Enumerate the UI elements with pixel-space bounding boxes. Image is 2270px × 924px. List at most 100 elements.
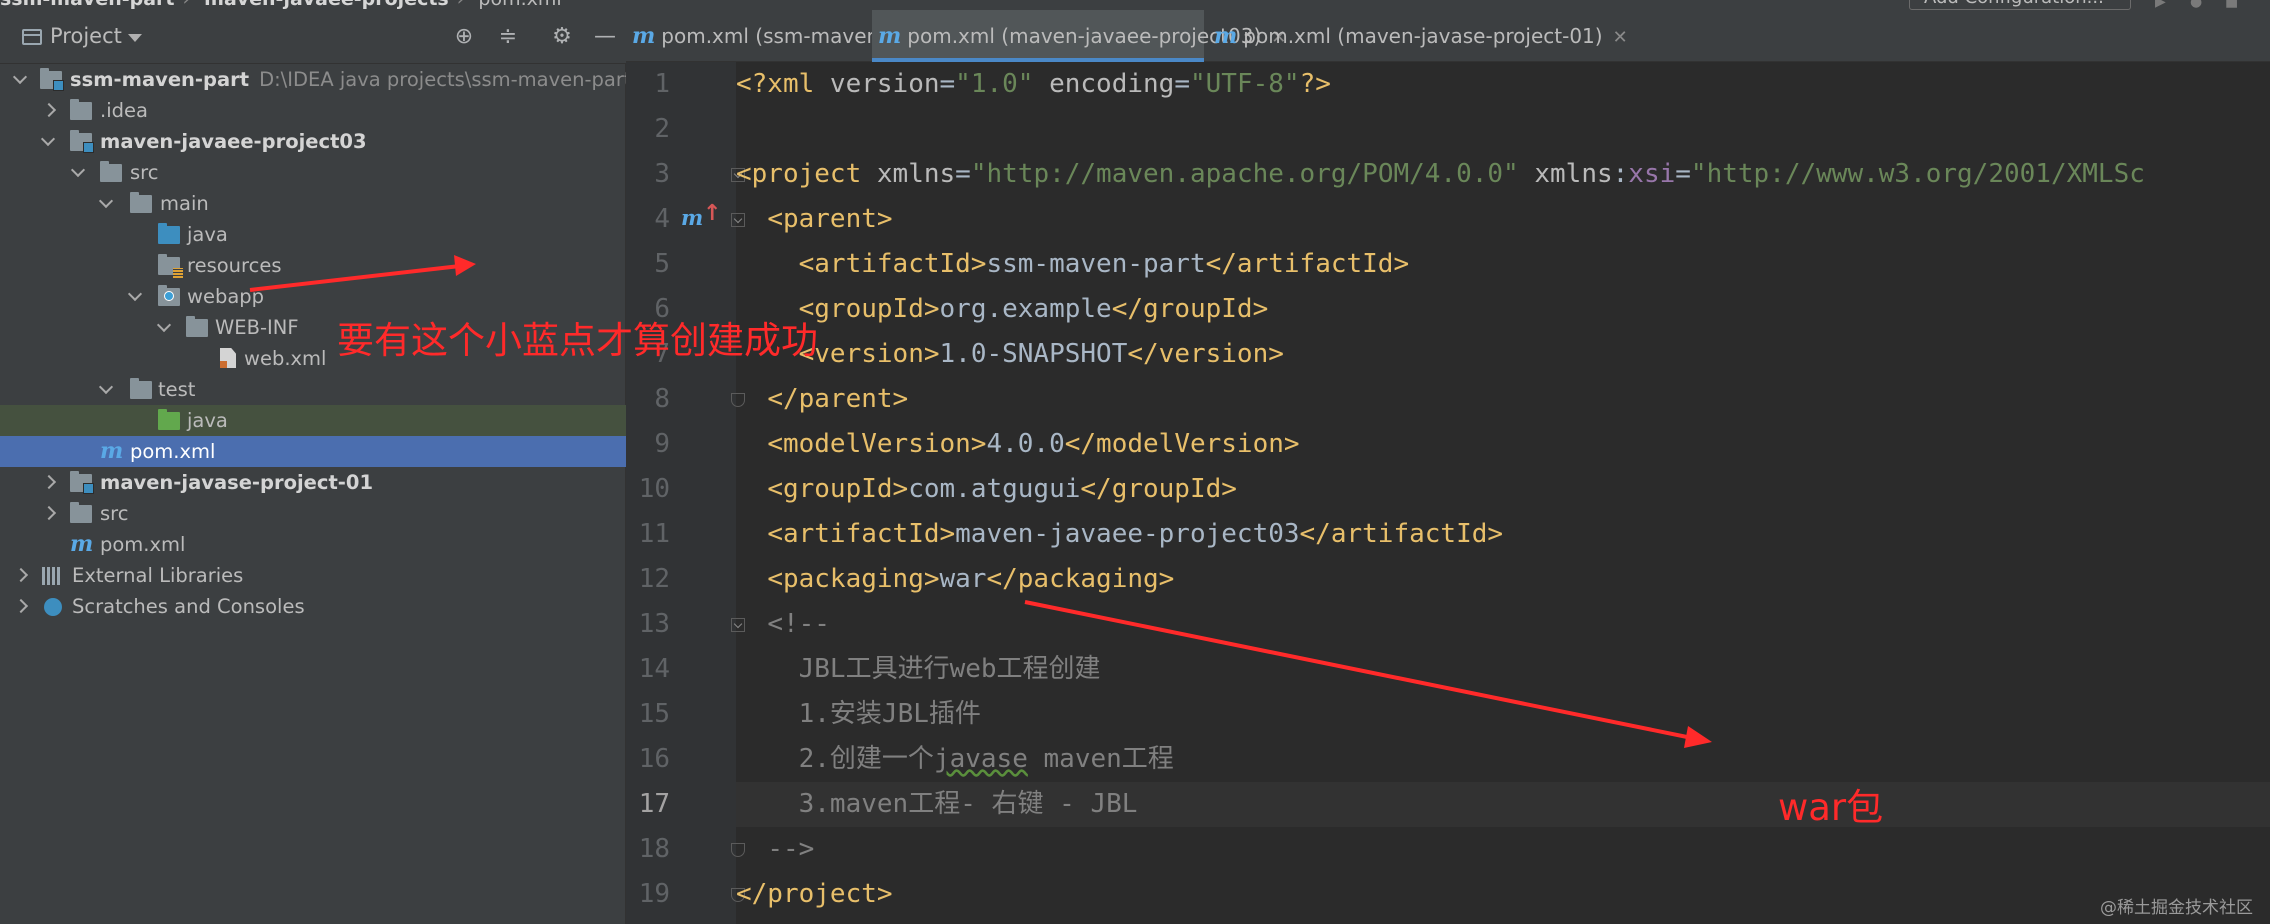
tree-node-label: src xyxy=(100,502,129,525)
locate-icon[interactable]: ⊕ xyxy=(451,24,477,50)
code-line: <groupId>com.atgugui</groupId> xyxy=(767,474,1237,504)
close-icon[interactable]: ✕ xyxy=(1613,27,1628,48)
chevron-right-icon[interactable] xyxy=(40,467,56,498)
code-line: <version>1.0-SNAPSHOT</version> xyxy=(798,339,1284,369)
tree-node-src[interactable]: src xyxy=(0,157,626,188)
line-number: 9 xyxy=(654,429,670,459)
tree-node-root-pom-xml[interactable]: m pom.xml xyxy=(0,529,626,560)
breadcrumb-item[interactable]: maven-javaee-projects xyxy=(204,0,449,10)
line-number: 14 xyxy=(638,654,670,684)
folder-icon xyxy=(186,316,208,337)
line-number: 11 xyxy=(638,519,670,549)
chevron-down-icon[interactable] xyxy=(70,157,86,188)
tab-pom-maven-javase-project-01[interactable]: m pom.xml (maven-javase-project-01) ✕ xyxy=(1214,10,1628,62)
run-configuration-button[interactable]: Add Configuration... xyxy=(1909,0,2131,10)
xml-file-icon xyxy=(220,348,236,368)
tree-node-label: java xyxy=(187,223,228,246)
chevron-down-icon[interactable] xyxy=(127,281,143,312)
tree-node-label: External Libraries xyxy=(72,564,244,587)
tree-node-maven-javaee-project03[interactable]: maven-javaee-project03 xyxy=(0,126,626,157)
tree-node-label: resources xyxy=(187,254,282,277)
chevron-down-icon[interactable] xyxy=(40,126,56,157)
maven-icon: m xyxy=(1214,23,1238,49)
code-line: <parent> xyxy=(767,204,893,234)
line-number: 5 xyxy=(654,249,670,279)
tree-node-web-inf[interactable]: WEB-INF xyxy=(0,312,626,343)
tree-node-resources[interactable]: resources xyxy=(0,250,626,281)
breadcrumb-item[interactable]: ssm-maven-part xyxy=(0,0,174,10)
tab-pom-ssm-maven-part[interactable]: mpom.xml (ssm-maven-part)✕ xyxy=(632,10,960,62)
line-number: 7 xyxy=(654,339,670,369)
tree-node-java[interactable]: java xyxy=(0,219,626,250)
code-line: <artifactId>maven-javaee-project03</arti… xyxy=(767,519,1504,549)
run-icon[interactable]: ▶ xyxy=(2155,0,2169,10)
code-line: 1.安装JBL插件 xyxy=(798,699,981,729)
maven-parent-gutter-icon[interactable]: m xyxy=(681,205,703,230)
resources-folder-icon xyxy=(158,254,183,278)
folder-icon xyxy=(100,161,122,182)
line-number: 1 xyxy=(654,69,670,99)
project-view-title[interactable]: Project xyxy=(50,24,122,48)
tree-node-test[interactable]: test xyxy=(0,374,626,405)
chevron-right-icon[interactable] xyxy=(12,591,28,622)
line-number: 6 xyxy=(654,294,670,324)
chevron-down-icon[interactable] xyxy=(128,34,142,42)
chevron-down-icon[interactable] xyxy=(156,312,172,343)
tree-node-label: maven-javaee-project03 xyxy=(100,130,367,153)
tree-node-ssm-maven-part[interactable]: ssm-maven-part D:\IDEA java projects\ssm-… xyxy=(0,64,632,95)
scratches-icon xyxy=(44,598,62,616)
chevron-down-icon[interactable] xyxy=(98,188,114,219)
editor-gutter[interactable]: 1 2 3 4 5 6 7 8 9 10 11 12 13 14 15 16 1… xyxy=(626,62,745,924)
navigate-up-icon[interactable]: ↑ xyxy=(703,201,721,226)
tree-node-label: web.xml xyxy=(244,347,327,370)
stop-icon[interactable]: ■ xyxy=(2225,0,2239,10)
folder-icon xyxy=(70,99,92,120)
gear-icon[interactable]: ⚙ xyxy=(549,24,575,50)
tab-label: pom.xml (maven-javaee-project03) xyxy=(907,24,1262,48)
tree-node-pom-xml[interactable]: m pom.xml xyxy=(0,436,626,467)
code-line: </parent> xyxy=(767,384,909,414)
tree-node-src-root[interactable]: src xyxy=(0,498,626,529)
line-number: 19 xyxy=(638,879,670,909)
breadcrumb-item[interactable]: pom.xml xyxy=(478,0,561,10)
code-line: <groupId>org.example</groupId> xyxy=(798,294,1269,324)
chevron-right-icon[interactable] xyxy=(40,95,56,126)
code-editor[interactable]: <?xml version="1.0" encoding="UTF-8"?> <… xyxy=(736,62,2270,924)
tab-label: pom.xml (maven-javase-project-01) xyxy=(1243,24,1603,48)
hide-icon[interactable]: — xyxy=(592,24,618,50)
chevron-right-icon[interactable] xyxy=(40,498,56,529)
breadcrumb: ssm-maven-part› maven-javaee-projects› p… xyxy=(0,0,562,10)
maven-icon: m xyxy=(100,438,124,464)
chevron-down-icon[interactable] xyxy=(98,374,114,405)
tree-node-label: WEB-INF xyxy=(215,316,299,339)
collapse-all-icon[interactable]: ≑ xyxy=(495,24,521,50)
chevron-down-icon[interactable] xyxy=(12,64,28,95)
editor-area: mpom.xml (ssm-maven-part)✕ mpom.xml (mav… xyxy=(626,10,2270,924)
code-line: <?xml version="1.0" encoding="UTF-8"?> xyxy=(736,69,1331,99)
tree-node-main[interactable]: main xyxy=(0,188,626,219)
tree-node-maven-javase-project-01[interactable]: maven-javase-project-01 xyxy=(0,467,626,498)
tree-node-label: webapp xyxy=(187,285,265,308)
tree-node-idea[interactable]: .idea xyxy=(0,95,626,126)
maven-icon: m xyxy=(70,531,94,557)
folder-icon xyxy=(70,502,92,523)
tree-node-label: pom.xml xyxy=(100,533,186,556)
line-number-current: 17 xyxy=(638,789,670,819)
tree-node-external-libraries[interactable]: External Libraries xyxy=(0,560,626,591)
line-number: 16 xyxy=(638,744,670,774)
chevron-right-icon[interactable] xyxy=(12,560,28,591)
tree-node-webapp[interactable]: webapp xyxy=(0,281,626,312)
line-number: 8 xyxy=(654,384,670,414)
line-number: 15 xyxy=(638,699,670,729)
line-number: 18 xyxy=(638,834,670,864)
code-line: </project> xyxy=(736,879,893,909)
tree-node-web-xml[interactable]: web.xml xyxy=(0,343,626,374)
line-number: 3 xyxy=(654,159,670,189)
code-line: <!-- xyxy=(767,609,830,639)
project-view-icon xyxy=(22,29,42,45)
debug-icon[interactable]: ● xyxy=(2190,0,2204,10)
tree-node-scratches[interactable]: Scratches and Consoles xyxy=(0,591,626,622)
tab-pom-maven-javaee-project03[interactable]: m pom.xml (maven-javaee-project03) ✕ xyxy=(872,10,1286,62)
tree-node-test-java[interactable]: java xyxy=(0,405,626,436)
module-folder-icon xyxy=(70,471,94,494)
